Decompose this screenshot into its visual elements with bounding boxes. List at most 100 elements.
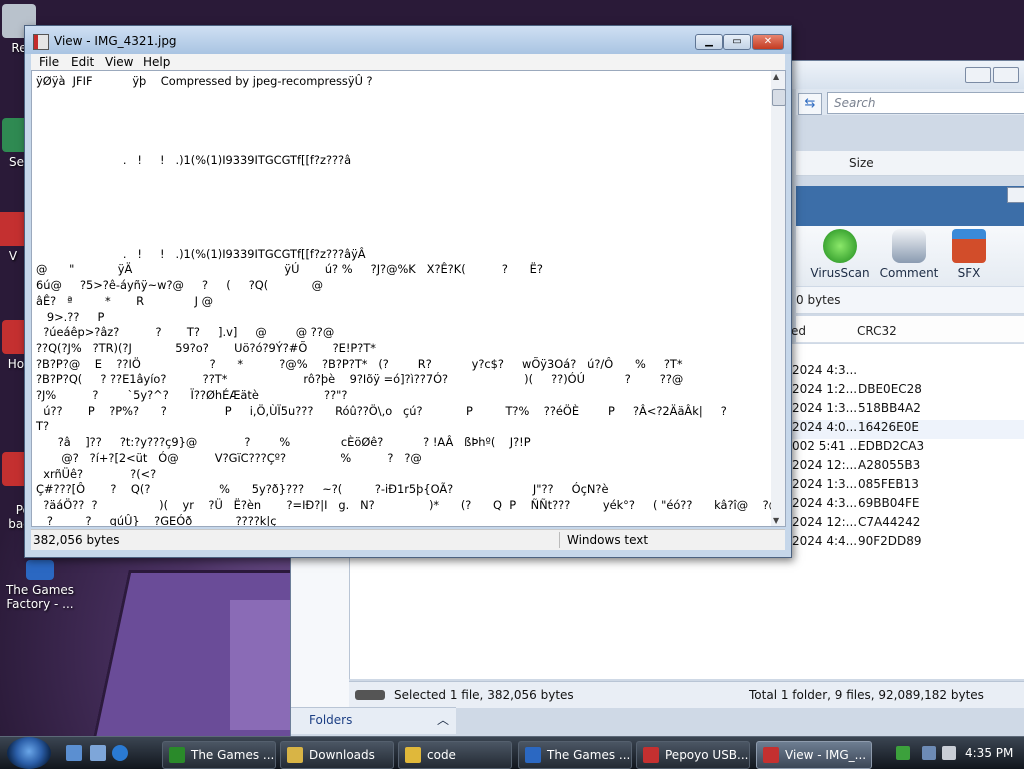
tray-security-icon[interactable]: [896, 746, 910, 760]
games-factory-icon: [26, 560, 54, 580]
refresh-icon[interactable]: ⇆: [798, 93, 822, 115]
status-file-size: 382,056 bytes: [33, 533, 120, 547]
task-icon: [287, 747, 303, 763]
scrollbar-thumb[interactable]: [772, 89, 786, 106]
system-tray: 4:35 PM: [890, 737, 1024, 769]
archive-window-control[interactable]: [1007, 187, 1024, 203]
column-size[interactable]: Size: [849, 156, 874, 170]
file-content: ÿØÿà JFIF ÿþ Compressed by jpeg-recompre…: [36, 74, 772, 527]
cell-crc: A28055B3: [858, 458, 921, 472]
close-button[interactable]: ✕: [752, 34, 784, 50]
maximize-button[interactable]: [993, 67, 1019, 83]
table-row[interactable]: 2024 4:4... 90F2DD89: [792, 534, 1024, 553]
status-encoding: Windows text: [567, 533, 649, 547]
sfx-button[interactable]: SFX: [938, 229, 1000, 280]
clock[interactable]: 4:35 PM: [965, 746, 1013, 760]
taskbar-button[interactable]: The Games ...: [518, 741, 632, 769]
search-input[interactable]: Search: [827, 92, 1024, 114]
folders-pane-toggle[interactable]: Folders ︿: [291, 707, 456, 734]
explorer-column-header: [796, 151, 1024, 176]
cell-modified: 2024 1:3...: [792, 477, 858, 491]
archive-window-titlebar: [796, 186, 1024, 226]
cell-modified: 2024 12:...: [792, 515, 858, 529]
cell-modified: 2024 1:2...: [792, 382, 858, 396]
menu-edit[interactable]: Edit: [71, 55, 94, 69]
archive-status-bar: Selected 1 file, 382,056 bytes Total 1 f…: [349, 681, 1024, 708]
task-label: The Games ...: [191, 748, 275, 762]
cell-modified: 2024 4:4...: [792, 534, 858, 548]
maximize-button[interactable]: ▭: [723, 34, 751, 50]
explorer-window-controls: [965, 67, 1019, 83]
toolbar-label: VirusScan: [810, 266, 870, 280]
taskbar-button[interactable]: Downloads: [280, 741, 394, 769]
window-title: View - IMG_4321.jpg: [54, 34, 177, 48]
viewer-status-bar: 382,056 bytes Windows text: [31, 529, 785, 550]
task-label: Downloads: [309, 748, 375, 762]
scroll-up-icon[interactable]: ▲: [773, 72, 779, 81]
task-label: The Games ...: [547, 748, 631, 762]
taskbar: The Games ... Downloads code The Games .…: [0, 736, 1024, 769]
cell-modified: 2024 12:...: [792, 458, 858, 472]
scroll-down-icon[interactable]: ▼: [773, 516, 779, 525]
show-desktop-icon[interactable]: [66, 745, 82, 761]
taskbar-button[interactable]: Pepoyo USB...: [636, 741, 750, 769]
table-row[interactable]: 2024 4:0... 16426E0E: [792, 420, 1024, 439]
table-row[interactable]: 2024 4:3... 69BB04FE: [792, 496, 1024, 515]
text-content-area[interactable]: ÿØÿà JFIF ÿþ Compressed by jpeg-recompre…: [31, 70, 773, 527]
desktop-icon-games-factory[interactable]: The Games Factory - ...: [4, 560, 76, 611]
folders-label: Folders: [309, 713, 353, 727]
tray-network-icon[interactable]: [922, 746, 936, 760]
archive-info-bar: 0 bytes: [796, 287, 1024, 314]
desktop-icon-label: The Games Factory - ...: [5, 583, 75, 611]
column-crc32[interactable]: CRC32: [857, 324, 897, 338]
cell-crc: 90F2DD89: [858, 534, 922, 548]
viewer-titlebar[interactable]: View - IMG_4321.jpg ▁ ▭ ✕: [25, 26, 791, 54]
table-row[interactable]: 2024 12:... A28055B3: [792, 458, 1024, 477]
task-label: code: [427, 748, 456, 762]
internet-explorer-icon[interactable]: [112, 745, 128, 761]
tray-volume-icon[interactable]: [942, 746, 956, 760]
task-label: Pepoyo USB...: [665, 748, 749, 762]
cell-crc: 69BB04FE: [858, 496, 920, 510]
virusscan-button[interactable]: VirusScan: [809, 229, 871, 280]
menu-file[interactable]: File: [39, 55, 59, 69]
cell-modified: 2024 4:0...: [792, 420, 858, 434]
menu-bar: File Edit View Help: [31, 54, 785, 70]
toolbar-label: Comment: [879, 266, 939, 280]
taskbar-button[interactable]: View - IMG_...: [756, 741, 872, 769]
status-divider: [559, 532, 560, 548]
status-selected: Selected 1 file, 382,056 bytes: [394, 688, 574, 702]
column-modified[interactable]: ed: [791, 324, 806, 338]
window-switcher-icon[interactable]: [90, 745, 106, 761]
cell-crc: C7A44242: [858, 515, 921, 529]
minimize-button[interactable]: ▁: [695, 34, 723, 50]
viewer-window[interactable]: View - IMG_4321.jpg ▁ ▭ ✕ File Edit View…: [24, 25, 792, 558]
sfx-icon: [952, 229, 986, 263]
table-row[interactable]: 2024 1:3... 085FEB13: [792, 477, 1024, 496]
table-row[interactable]: 2024 12:... C7A44242: [792, 515, 1024, 534]
viewer-app-icon: [33, 34, 49, 50]
task-icon: [643, 747, 659, 763]
cell-crc: 085FEB13: [858, 477, 919, 491]
vertical-scrollbar[interactable]: ▲ ▼: [771, 70, 786, 527]
task-icon: [405, 747, 421, 763]
menu-view[interactable]: View: [105, 55, 133, 69]
taskbar-button[interactable]: The Games ...: [162, 741, 276, 769]
virusscan-icon: [823, 229, 857, 263]
cell-modified: 2024 1:3...: [792, 401, 858, 415]
minimize-button[interactable]: [965, 67, 991, 83]
archive-bytes: 0 bytes: [796, 293, 841, 307]
table-row[interactable]: 2024 1:3... 518BB4A2: [792, 401, 1024, 420]
cell-modified: 2024 4:3...: [792, 496, 858, 510]
cell-modified: 2024 4:3...: [792, 363, 858, 377]
chevron-up-icon: ︿: [437, 713, 450, 727]
table-row[interactable]: 2024 1:2... DBE0EC28: [792, 382, 1024, 401]
cell-crc: EDBD2CA3: [858, 439, 925, 453]
menu-help[interactable]: Help: [143, 55, 170, 69]
table-row[interactable]: 002 5:41 ... EDBD2CA3: [792, 439, 1024, 458]
taskbar-button[interactable]: code: [398, 741, 512, 769]
table-row[interactable]: 2024 4:3...: [792, 363, 1024, 382]
comment-button[interactable]: Comment: [878, 229, 940, 280]
start-button[interactable]: [7, 737, 51, 769]
toolbar-label: SFX: [957, 266, 981, 280]
